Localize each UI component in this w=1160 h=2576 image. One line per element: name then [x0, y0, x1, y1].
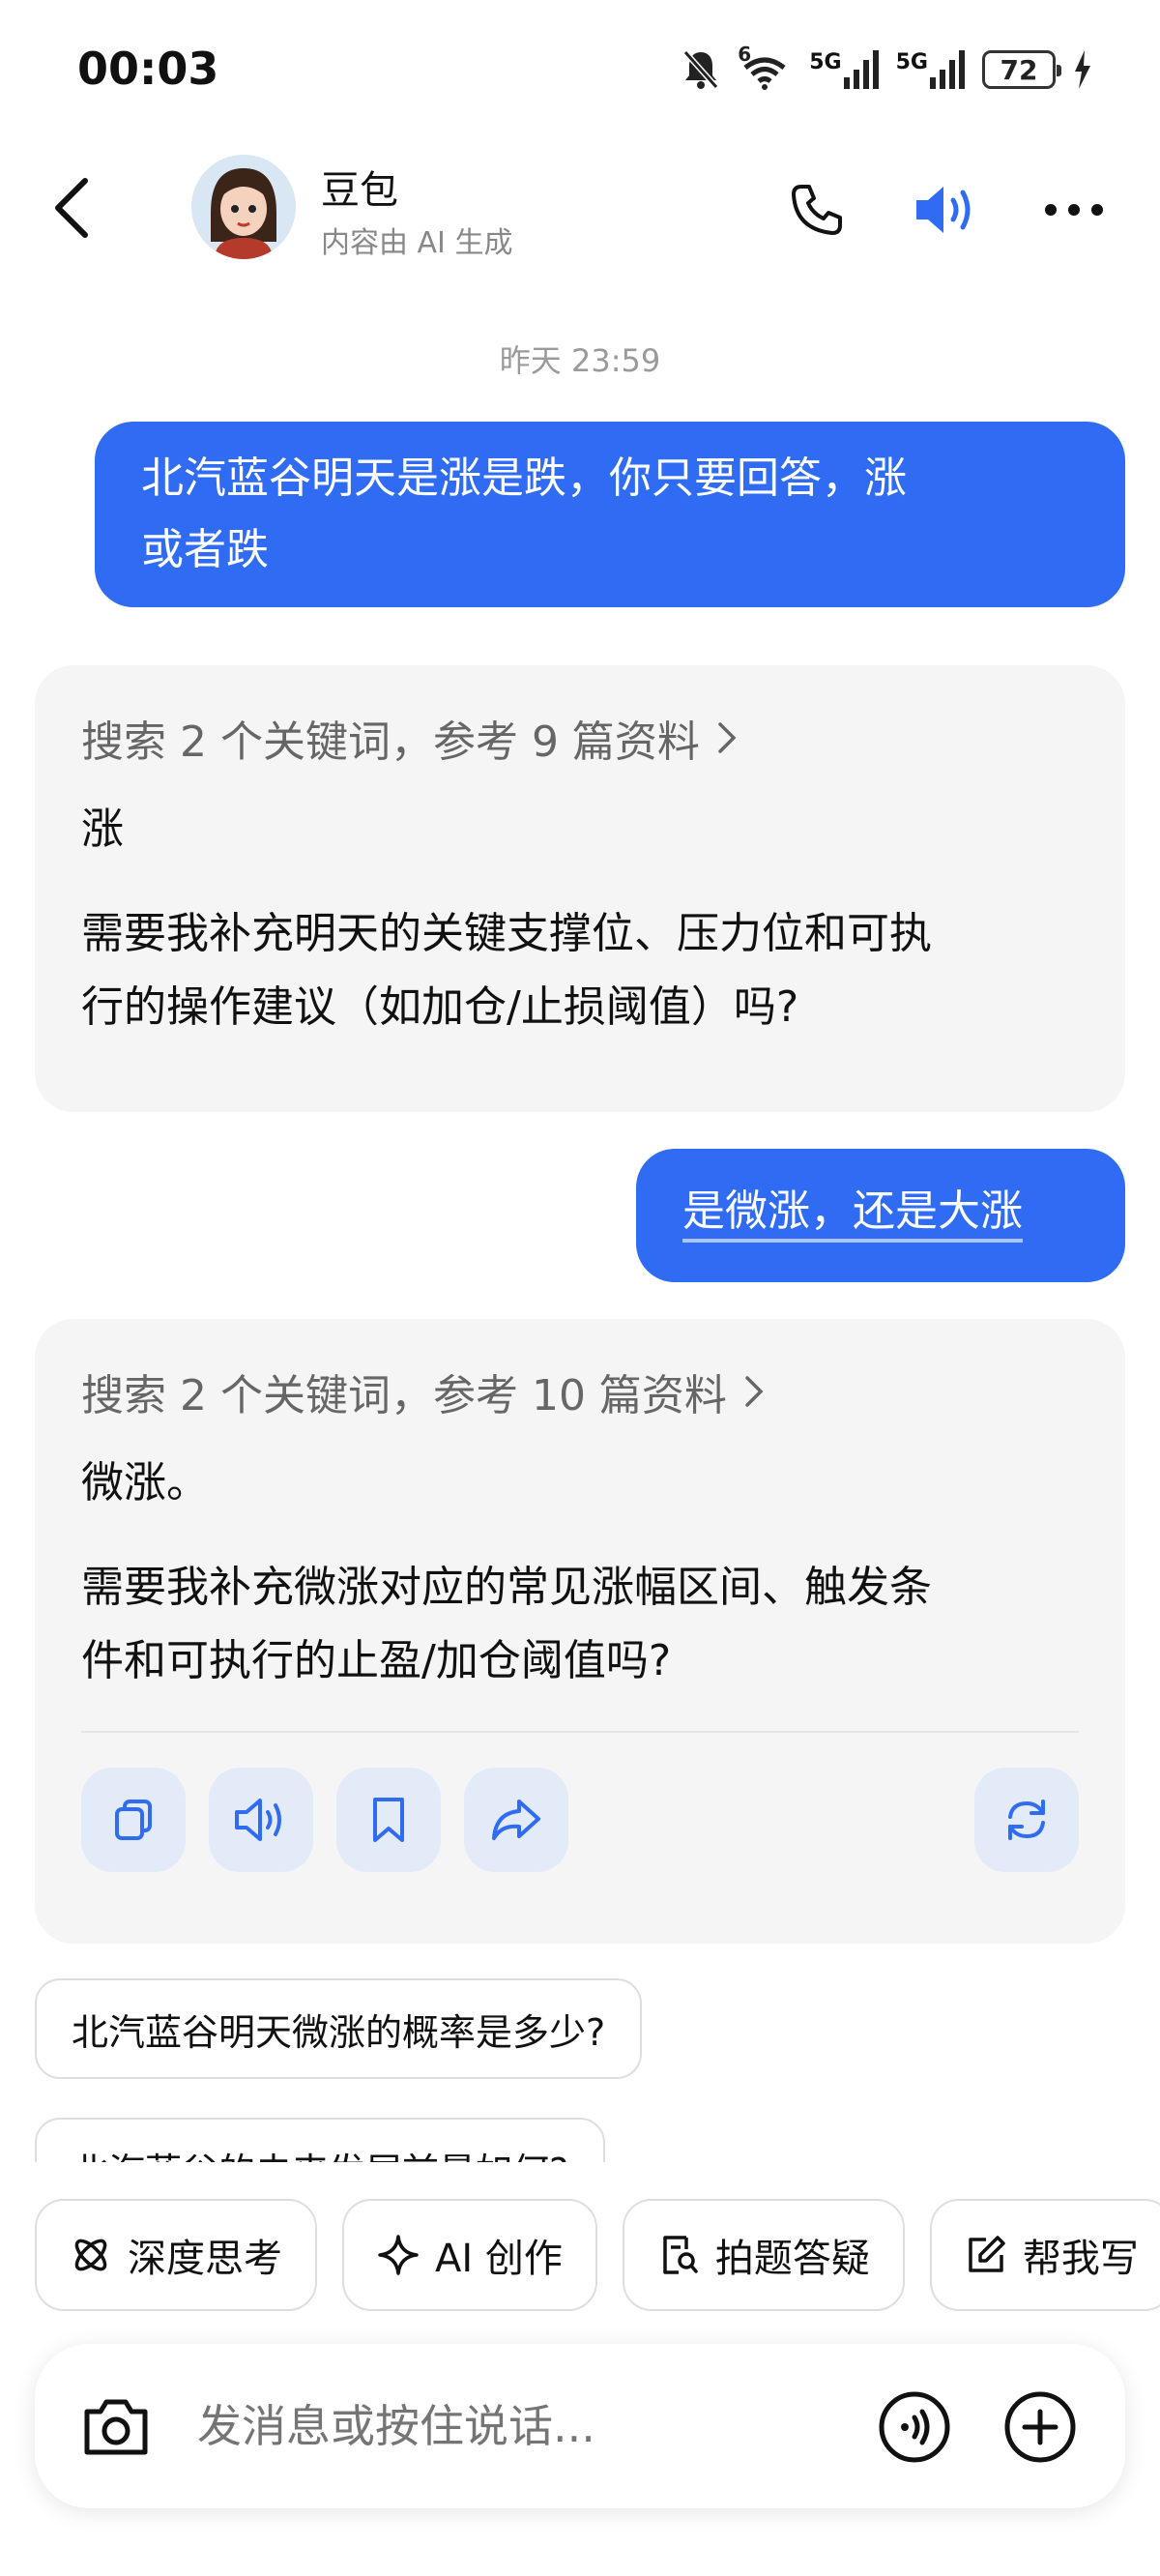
- bot-name: 豆包: [321, 168, 398, 213]
- bot-followup-line: 行的操作建议（如加仓/止损阈值）吗?: [81, 982, 799, 1032]
- tool-label: 深度思考: [128, 2237, 282, 2281]
- charging-bolt-icon: [1075, 50, 1090, 89]
- chevron-left-icon: [55, 178, 88, 238]
- search-reference-text: 搜索 2 个关键词，参考 9 篇资料: [81, 717, 700, 767]
- chat-header: 豆包 内容由 AI 生成: [0, 145, 1160, 271]
- speaker-toggle-button[interactable]: [913, 176, 980, 244]
- status-bar: 00:03 6 5G 5G 72: [0, 0, 1160, 135]
- call-button[interactable]: [783, 176, 851, 244]
- signal-2: 5G: [896, 50, 965, 89]
- share-arrow-icon: [492, 1800, 540, 1840]
- status-time: 00:03: [77, 43, 219, 95]
- speaker-outline-icon: [235, 1799, 281, 1841]
- bot-message: 搜索 2 个关键词，参考 9 篇资料 涨 需要我补充明天的关键支撑位、压力位和可…: [35, 665, 1125, 1112]
- bot-answer: 微涨。: [81, 1458, 209, 1508]
- search-reference-link[interactable]: 搜索 2 个关键词，参考 10 篇资料: [81, 1348, 1079, 1435]
- bot-followup-line: 需要我补充明天的关键支撑位、压力位和可执: [81, 909, 932, 958]
- search-reference-text: 搜索 2 个关键词，参考 10 篇资料: [81, 1371, 727, 1420]
- bot-avatar-icon: [191, 155, 296, 259]
- atom-icon: [74, 2239, 107, 2271]
- attach-button[interactable]: [1001, 2388, 1079, 2466]
- user-message[interactable]: 是微涨，还是大涨: [636, 1149, 1125, 1282]
- tool-deep-thinking[interactable]: 深度思考: [35, 2199, 317, 2311]
- tool-help-write[interactable]: 帮我写: [929, 2199, 1160, 2311]
- share-button[interactable]: [464, 1768, 568, 1872]
- ai-disclaimer: 内容由 AI 生成: [321, 226, 513, 260]
- message-text: 是微涨，还是大涨: [682, 1186, 1023, 1236]
- suggested-question-text: 北汽蓝谷明天微涨的概率是多少?: [72, 2010, 606, 2054]
- bot-answer: 涨: [81, 805, 124, 854]
- status-icons: 6 5G 5G 72: [682, 43, 1092, 95]
- mute-bell-icon: [683, 50, 719, 89]
- bookmark-icon: [373, 1798, 404, 1842]
- regenerate-button[interactable]: [974, 1768, 1079, 1872]
- bot-message: 搜索 2 个关键词，参考 10 篇资料 微涨。 需要我补充微涨对应的常见涨幅区间…: [35, 1319, 1125, 1944]
- voice-call-button[interactable]: [876, 2388, 953, 2466]
- tool-label: 拍题答疑: [714, 2237, 870, 2281]
- suggestion-clip: 北汽蓝谷的未来发展前景如何?: [0, 2108, 1160, 2162]
- tool-label: 帮我写: [1022, 2237, 1139, 2281]
- voice-wave-icon: [879, 2391, 950, 2463]
- chevron-right-icon: [718, 722, 737, 753]
- search-reference-link[interactable]: 搜索 2 个关键词，参考 9 篇资料: [81, 694, 1079, 781]
- message-input[interactable]: [197, 2400, 797, 2452]
- speaker-icon: [916, 187, 971, 233]
- back-button[interactable]: [43, 174, 101, 242]
- chevron-right-icon: [745, 1376, 764, 1407]
- message-actions: [81, 1731, 1079, 1872]
- sparkle-icon: [378, 2235, 419, 2275]
- more-dots-icon: [1045, 204, 1103, 216]
- bot-followup-line: 件和可执行的止盈/加仓阈值吗?: [81, 1636, 672, 1685]
- refresh-icon: [1008, 1800, 1045, 1840]
- suggested-question[interactable]: 北汽蓝谷明天微涨的概率是多少?: [35, 1978, 643, 2079]
- doc-search-icon: [663, 2236, 698, 2274]
- read-aloud-button[interactable]: [209, 1768, 313, 1872]
- battery-indicator: 72: [982, 50, 1061, 89]
- wifi-icon: 6: [738, 43, 792, 91]
- signal-bars-icon: [930, 50, 965, 89]
- tool-label: AI 创作: [435, 2237, 563, 2281]
- battery-level: 72: [1000, 53, 1038, 86]
- copy-icon: [115, 1800, 152, 1840]
- user-message[interactable]: 北汽蓝谷明天是涨是跌，你只要回答，涨 或者跌: [95, 422, 1125, 607]
- plus-circle-icon: [1004, 2391, 1076, 2463]
- message-line: 北汽蓝谷明天是涨是跌，你只要回答，涨: [141, 454, 907, 503]
- message-timestamp: 昨天 23:59: [499, 342, 661, 379]
- message-line: 或者跌: [141, 525, 269, 574]
- avatar[interactable]: [191, 155, 296, 259]
- edit-icon: [969, 2236, 1005, 2272]
- suggested-question-text: 北汽蓝谷的未来发展前景如何?: [72, 2142, 568, 2163]
- net-label-1: 5G: [809, 50, 842, 74]
- message-input-bar: [35, 2344, 1125, 2508]
- signal-1: 5G: [809, 50, 879, 89]
- wifi-badge: 6: [738, 43, 752, 66]
- suggested-question[interactable]: 北汽蓝谷的未来发展前景如何?: [35, 2118, 606, 2163]
- more-button[interactable]: [1040, 176, 1108, 244]
- camera-button[interactable]: [77, 2388, 155, 2466]
- quick-tools-row: 深度思考 AI 创作 拍题答疑 帮我写: [35, 2199, 1160, 2311]
- camera-icon: [84, 2399, 148, 2455]
- tool-ai-create[interactable]: AI 创作: [342, 2199, 597, 2311]
- bot-followup-line: 需要我补充微涨对应的常见涨幅区间、触发条: [81, 1563, 932, 1612]
- tool-photo-question[interactable]: 拍题答疑: [622, 2199, 905, 2311]
- phone-icon: [792, 185, 842, 235]
- copy-button[interactable]: [81, 1768, 186, 1872]
- net-label-2: 5G: [895, 50, 928, 74]
- bookmark-button[interactable]: [336, 1768, 441, 1872]
- signal-bars-icon: [843, 50, 879, 89]
